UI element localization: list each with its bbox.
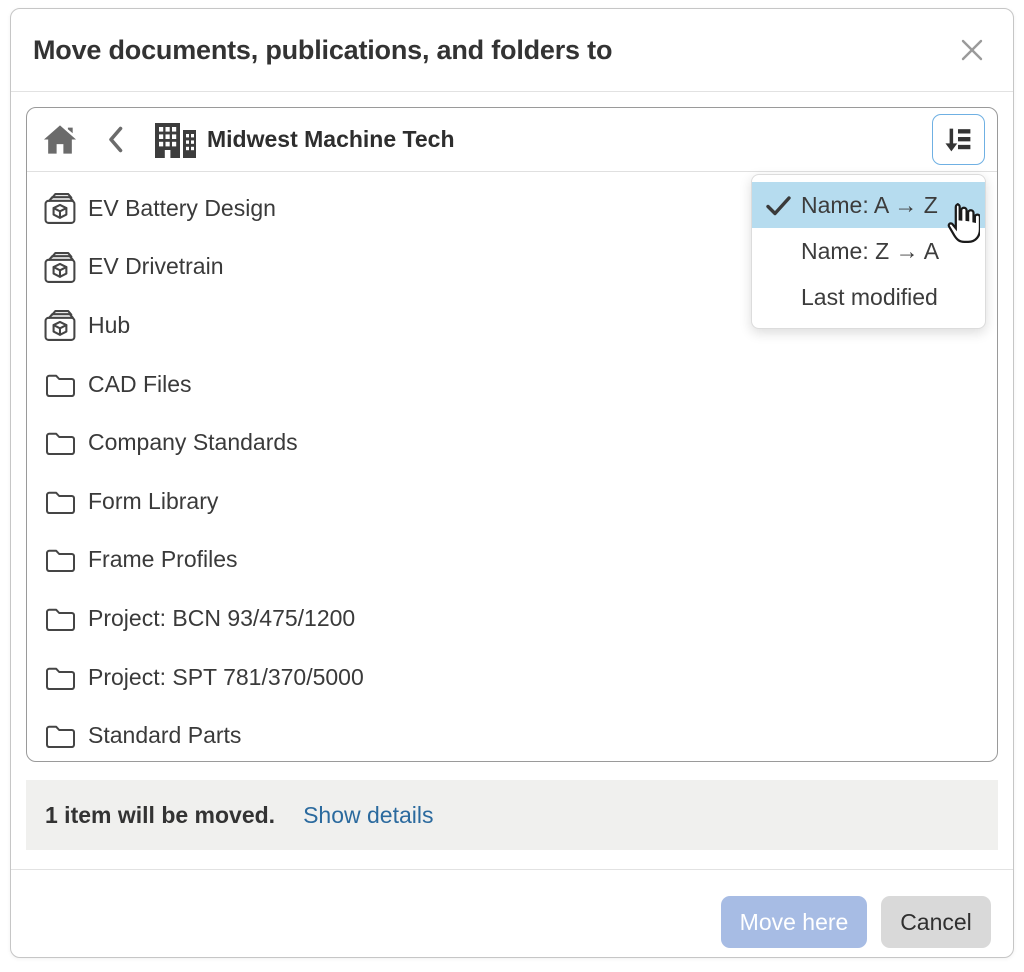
sort-option[interactable]: Name: Z → A xyxy=(752,228,985,274)
list-item[interactable]: Frame Profiles xyxy=(42,531,997,590)
list-item[interactable]: Project: SPT 781/370/5000 xyxy=(42,648,997,707)
list-item[interactable]: Form Library xyxy=(42,472,997,531)
list-item-label: Project: BCN 93/475/1200 xyxy=(88,605,355,632)
list-item-label: Frame Profiles xyxy=(88,546,238,573)
home-icon xyxy=(43,124,77,155)
list-item-label: EV Drivetrain xyxy=(88,253,223,280)
chevron-left-icon xyxy=(107,125,124,154)
list-item-label: CAD Files xyxy=(88,371,192,398)
folder-icon xyxy=(42,371,79,398)
building-icon xyxy=(154,122,197,158)
dialog-footer: Move here Cancel xyxy=(11,870,1013,948)
move-count-message: 1 item will be moved. xyxy=(45,802,275,829)
dialog-header: Move documents, publications, and folder… xyxy=(11,9,1013,92)
sort-option-label: Name: Z → A xyxy=(801,238,939,265)
browser-header: Midwest Machine Tech xyxy=(27,108,997,172)
list-item-label: Form Library xyxy=(88,488,218,515)
list-item-label: Project: SPT 781/370/5000 xyxy=(88,664,364,691)
list-item[interactable]: Company Standards xyxy=(42,413,997,472)
folder-icon xyxy=(42,429,79,456)
folder-icon xyxy=(42,722,79,749)
folder-icon xyxy=(42,488,79,515)
list-item[interactable]: Standard Parts xyxy=(42,706,997,765)
dialog-title: Move documents, publications, and folder… xyxy=(33,35,612,66)
list-item-label: EV Battery Design xyxy=(88,195,276,222)
document-icon xyxy=(42,308,79,342)
back-button[interactable] xyxy=(107,125,124,154)
list-item[interactable]: CAD Files xyxy=(42,355,997,414)
home-button[interactable] xyxy=(43,124,77,155)
current-location-label: Midwest Machine Tech xyxy=(207,126,455,153)
sort-menu: Name: A → Z Name: Z → A Last modified xyxy=(751,174,986,329)
list-item[interactable]: Project: BCN 93/475/1200 xyxy=(42,589,997,648)
sort-option[interactable]: Name: A → Z xyxy=(752,182,985,228)
list-item-label: Hub xyxy=(88,312,130,339)
cancel-button[interactable]: Cancel xyxy=(881,896,991,948)
sort-option[interactable]: Last modified xyxy=(752,274,985,320)
folder-icon xyxy=(42,664,79,691)
document-icon xyxy=(42,250,79,284)
sort-option-label: Last modified xyxy=(801,284,938,311)
folder-browser: Midwest Machine Tech EV Battery Design xyxy=(26,107,998,762)
folder-icon xyxy=(42,605,79,632)
status-bar: 1 item will be moved. Show details xyxy=(26,780,998,850)
sort-button[interactable] xyxy=(932,114,985,165)
show-details-link[interactable]: Show details xyxy=(303,802,433,829)
sort-icon xyxy=(943,124,974,155)
folder-icon xyxy=(42,546,79,573)
list-item-label: Standard Parts xyxy=(88,722,241,749)
check-icon xyxy=(765,194,793,217)
move-dialog: Move documents, publications, and folder… xyxy=(10,8,1014,958)
close-icon[interactable] xyxy=(955,33,989,67)
document-icon xyxy=(42,191,79,225)
move-here-button[interactable]: Move here xyxy=(721,896,867,948)
list-item-label: Company Standards xyxy=(88,429,298,456)
sort-option-label: Name: A → Z xyxy=(801,192,938,219)
